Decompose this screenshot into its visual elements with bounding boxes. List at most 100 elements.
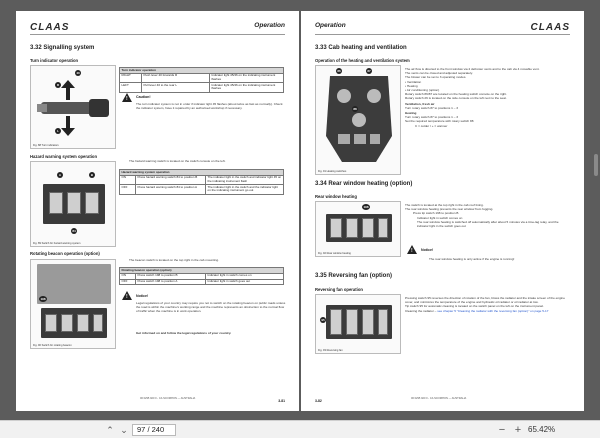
table-row: RIGHT Push lever 40 forwards R Indicator… <box>119 72 284 84</box>
table-row: OFF Press hazard warning switch 84 to po… <box>119 184 284 195</box>
marker-198: 198 <box>39 296 47 302</box>
switch <box>378 309 388 335</box>
chapter-link[interactable]: see chapter 5 "Cleaning the radiator wit… <box>437 309 548 313</box>
beacon-switch-figure: 198 Fig. 90 Switch for rotating beacon <box>30 259 116 349</box>
caution-icon: ! <box>122 93 132 102</box>
switch <box>49 192 63 214</box>
subsection-title: Operation of the heating and ventilation… <box>315 58 410 63</box>
subsection-title: Rotating beacon operation (option) <box>30 251 100 256</box>
figure-caption: Fig. 92 Rear window heating <box>318 252 351 255</box>
caution-text: The turn indicator system is not in orde… <box>136 102 283 111</box>
heating-switches-figure: 86 87 88 Fig. 91 Heating switches <box>315 65 401 175</box>
figure-caption: Fig. 88 Turn indicators <box>33 144 59 147</box>
subsection-title: Hazard warning system operation <box>30 154 98 159</box>
plus-icon: + <box>514 424 522 436</box>
notice-text: The rear window heating is only active i… <box>429 257 515 261</box>
claas-logo: CLAAS <box>530 22 570 33</box>
section-title: 3.32 Signalling system <box>30 45 95 51</box>
switch <box>67 192 81 214</box>
switch <box>362 218 374 238</box>
reversing-fan-figure: 95 Fig. 93 Reversing fan <box>315 294 401 354</box>
claas-logo: CLAAS <box>30 22 70 33</box>
switch <box>378 218 388 238</box>
chevron-up-icon: ⌃ <box>106 425 114 435</box>
switch <box>77 314 89 332</box>
minus-icon: − <box>498 424 506 436</box>
page-footer: 00 0295 920 0 - CA SCORPION — AUSTRALIA <box>315 397 570 403</box>
pdf-page-left: CLAAS Operation 3.32 Signalling system T… <box>16 11 299 411</box>
chevron-down-icon: ⌄ <box>120 425 128 435</box>
subsection-title: Rear window heating <box>315 194 357 199</box>
marker-l: L <box>55 128 61 134</box>
section-title: 3.35 Reversing fan (option) <box>315 273 393 279</box>
page-header: CLAAS Operation <box>30 21 285 35</box>
rear-window-text: The switch is located at the top right i… <box>405 203 559 229</box>
marker-88: 88 <box>352 106 358 112</box>
prev-page-button[interactable]: ⌃ <box>104 424 116 436</box>
pdf-page-right: Operation CLAAS 3.33 Cab heating and ven… <box>301 11 584 411</box>
figure-caption: Fig. 90 Switch for rotating beacon <box>33 344 72 347</box>
switch <box>85 192 99 214</box>
page-header: Operation CLAAS <box>315 21 570 35</box>
subsection-title: Reversing fan operation <box>315 287 363 292</box>
switch <box>346 309 358 335</box>
notice-title: Notice! <box>421 248 434 252</box>
heating-console-illustration <box>326 76 392 162</box>
hazard-switch-figure: A B 84 Fig. 89 Switch for hazard warning… <box>30 161 116 247</box>
footer-text: 00 0295 920 0 - CA SCORPION — AUSTRALIA <box>140 397 196 400</box>
switch <box>45 314 57 332</box>
heating-text: The air flow is directed to the front wi… <box>405 67 540 128</box>
zoom-in-button[interactable]: + <box>512 424 524 436</box>
figure-caption: Fig. 89 Switch for hazard warning system <box>33 242 81 245</box>
switch <box>61 314 73 332</box>
section-title: 3.34 Rear window heating (option) <box>315 181 413 187</box>
subsection-title: Turn indicator operation <box>30 58 79 63</box>
turn-indicator-table: Turn indicator operation RIGHT Push leve… <box>119 67 284 93</box>
figure-caption: Fig. 93 Reversing fan <box>318 349 343 352</box>
scrollbar-thumb[interactable] <box>594 154 598 176</box>
turn-indicator-lever-illustration <box>37 80 109 136</box>
page-number: 3-81 <box>278 399 285 403</box>
reversing-text: Pressing switch 95 reverses the directio… <box>405 296 565 313</box>
marker-95: 95 <box>320 317 326 323</box>
hazard-table: Hazard warning system operation ON Press… <box>119 169 284 195</box>
switch <box>346 218 358 238</box>
zoom-out-button[interactable]: − <box>496 424 508 436</box>
switch <box>330 218 342 238</box>
marker-a: A <box>57 172 63 178</box>
marker-198: 198 <box>362 204 370 210</box>
caution-title: Caution! <box>136 95 151 99</box>
pdf-viewer[interactable]: CLAAS Operation 3.32 Signalling system T… <box>0 0 600 420</box>
page-number-input[interactable]: 97 / 240 <box>132 424 176 436</box>
footer-text: 00 0295 920 0 - CA SCORPION — AUSTRALIA <box>411 397 467 400</box>
zoom-level[interactable]: 65.42% <box>528 424 555 436</box>
hazard-intro: The hazard warning switch is located on … <box>129 159 226 163</box>
switch <box>330 309 342 335</box>
header-title: Operation <box>315 22 346 29</box>
notice-bold: Get informed on and follow the legal reg… <box>136 331 232 335</box>
figure-caption: Fig. 91 Heating switches <box>318 170 347 173</box>
turn-indicator-figure: 40 R L Fig. 88 Turn indicators <box>30 65 116 149</box>
rear-window-figure: 198 Fig. 92 Rear window heating <box>315 201 401 257</box>
notice-title: Notice! <box>136 294 149 298</box>
page-footer: 00 0295 920 0 - CA SCORPION — AUSTRALIA <box>30 397 285 403</box>
next-page-button[interactable]: ⌄ <box>118 424 130 436</box>
switch <box>93 314 103 332</box>
table-row: OFF Press switch 198 to position A Indic… <box>119 278 284 286</box>
notice-icon: ! <box>122 291 132 300</box>
marker-84: 84 <box>71 228 77 234</box>
marker-40: 40 <box>75 70 81 76</box>
switch <box>362 309 374 335</box>
beacon-intro: The beacon switch is located on the top … <box>129 258 219 262</box>
pdf-toolbar: ⌃ ⌄ 97 / 240 − + 65.42% <box>0 420 600 438</box>
marker-r: R <box>55 82 61 88</box>
header-title: Operation <box>254 22 285 29</box>
notice-icon: ! <box>407 245 417 254</box>
beacon-table: Rotating beacon operation (option) ON Pr… <box>119 267 284 286</box>
table-row: ON Press hazard warning switch 84 to pos… <box>119 174 284 186</box>
marker-86: 86 <box>336 68 342 74</box>
table-row: LEFT Pull lever 40 to the rear L Indicat… <box>119 82 284 93</box>
vertical-scrollbar[interactable] <box>594 4 598 416</box>
marker-87: 87 <box>366 68 372 74</box>
cab-roof-photo <box>37 264 111 304</box>
